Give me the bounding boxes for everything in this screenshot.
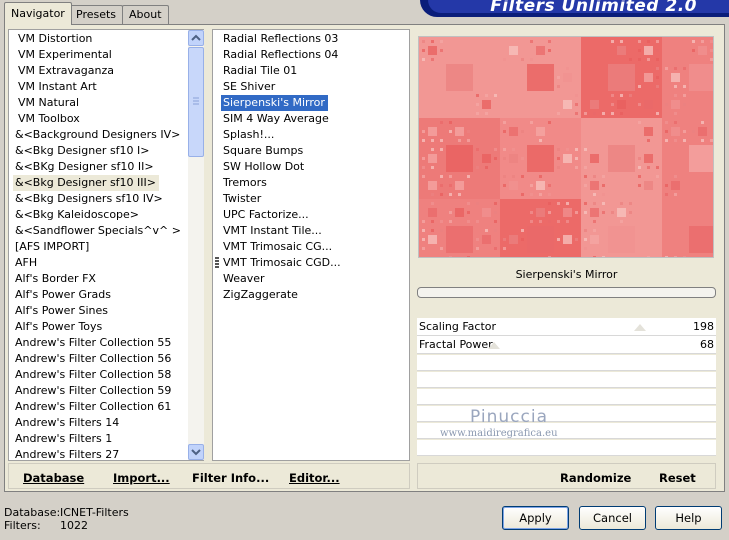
reset-button[interactable]: Reset bbox=[659, 471, 696, 485]
category-item[interactable]: [AFS IMPORT] bbox=[13, 239, 92, 255]
slider-thumb[interactable] bbox=[488, 342, 500, 349]
brand-title: Filters Unlimited 2.0 bbox=[490, 0, 697, 16]
drag-handle-icon bbox=[215, 257, 219, 269]
tab-presets[interactable]: Presets bbox=[69, 5, 124, 24]
category-item[interactable]: Andrew's Filters 27 bbox=[13, 447, 122, 463]
navigator-button-bar: Database Import... Filter Info... Editor… bbox=[8, 463, 410, 489]
filter-list[interactable]: Radial Reflections 03 Radial Reflections … bbox=[212, 29, 410, 461]
scroll-up-button[interactable] bbox=[188, 30, 204, 46]
category-item[interactable]: Andrew's Filter Collection 61 bbox=[13, 399, 174, 415]
apply-button[interactable]: Apply bbox=[502, 506, 569, 530]
filter-item[interactable]: SE Shiver bbox=[221, 79, 278, 95]
filter-item[interactable]: SIM 4 Way Average bbox=[221, 111, 332, 127]
category-item[interactable]: Alf's Power Sines bbox=[13, 303, 111, 319]
filter-item[interactable]: Weaver bbox=[221, 271, 268, 287]
category-item[interactable]: Andrew's Filter Collection 55 bbox=[13, 335, 174, 351]
category-item[interactable]: Andrew's Filter Collection 59 bbox=[13, 383, 174, 399]
filter-item[interactable]: Radial Reflections 03 bbox=[221, 31, 341, 47]
category-item[interactable]: &<Background Designers IV> bbox=[13, 127, 183, 143]
category-item[interactable]: Alf's Power Toys bbox=[13, 319, 105, 335]
filter-item[interactable]: Radial Reflections 04 bbox=[221, 47, 341, 63]
param-label: Scaling Factor bbox=[419, 320, 497, 333]
brand-banner: Filters Unlimited 2.0 bbox=[420, 0, 729, 17]
category-scrollbar[interactable] bbox=[188, 30, 204, 460]
filter-item[interactable]: Sierpenski's Mirror bbox=[221, 95, 328, 111]
param-row-empty bbox=[417, 355, 716, 371]
category-item[interactable]: &<Bkg Designer sf10 III> bbox=[13, 175, 160, 191]
category-item[interactable]: &<BKg Designer sf10 II> bbox=[13, 159, 157, 175]
param-label: Fractal Power bbox=[419, 338, 493, 351]
filter-item[interactable]: Twister bbox=[221, 191, 264, 207]
help-button[interactable]: Help bbox=[655, 506, 722, 530]
filter-preview-image bbox=[418, 36, 729, 280]
tab-about[interactable]: About bbox=[122, 5, 169, 24]
filter-item[interactable]: VMT Instant Tile... bbox=[221, 223, 325, 239]
filter-info-button[interactable]: Filter Info... bbox=[192, 471, 269, 485]
preview-caption: Sierpenski's Mirror bbox=[417, 265, 716, 285]
progress-bar bbox=[417, 287, 716, 298]
category-item[interactable]: AFH bbox=[13, 255, 40, 271]
filter-item[interactable]: Radial Tile 01 bbox=[221, 63, 300, 79]
watermark-name: Pinuccia bbox=[470, 407, 548, 427]
category-item[interactable]: &<Bkg Kaleidoscope> bbox=[13, 207, 142, 223]
filter-item[interactable]: SW Hollow Dot bbox=[221, 159, 307, 175]
filter-item[interactable]: Tremors bbox=[221, 175, 270, 191]
param-row-empty bbox=[417, 440, 716, 456]
slider-thumb[interactable] bbox=[634, 324, 646, 331]
category-item[interactable]: VM Experimental bbox=[16, 47, 115, 63]
category-item[interactable]: Alf's Power Grads bbox=[13, 287, 114, 303]
status-filters: Filters: 1022 bbox=[4, 519, 88, 532]
param-row-empty bbox=[417, 372, 716, 388]
database-button[interactable]: Database bbox=[23, 471, 84, 485]
scroll-down-button[interactable] bbox=[188, 444, 204, 460]
sierpinski-pattern bbox=[419, 37, 729, 280]
category-item[interactable]: Andrew's Filters 1 bbox=[13, 431, 115, 447]
filter-item[interactable]: ZigZaggerate bbox=[221, 287, 301, 303]
chevron-down-icon bbox=[191, 449, 201, 456]
cancel-button[interactable]: Cancel bbox=[579, 506, 646, 530]
category-item[interactable]: Andrew's Filter Collection 58 bbox=[13, 367, 174, 383]
param-scaling-factor[interactable]: Scaling Factor 198 bbox=[417, 318, 716, 336]
category-item[interactable]: &<Bkg Designer sf10 I> bbox=[13, 143, 153, 159]
chevron-up-icon bbox=[191, 34, 201, 41]
filter-item[interactable]: Splash!... bbox=[221, 127, 277, 143]
category-item[interactable]: Alf's Border FX bbox=[13, 271, 99, 287]
category-item[interactable]: Andrew's Filters 14 bbox=[13, 415, 122, 431]
param-value: 68 bbox=[700, 338, 714, 351]
filter-item[interactable]: UPC Factorize... bbox=[221, 207, 312, 223]
grip-icon bbox=[193, 97, 199, 105]
category-item[interactable]: VM Instant Art bbox=[16, 79, 100, 95]
tab-navigator[interactable]: Navigator bbox=[4, 2, 72, 25]
category-item[interactable]: VM Extravaganza bbox=[16, 63, 117, 79]
editor-button[interactable]: Editor... bbox=[289, 471, 340, 485]
param-fractal-power[interactable]: Fractal Power 68 bbox=[417, 336, 716, 354]
watermark-url: www.maidiregrafica.eu bbox=[440, 428, 558, 439]
randomize-button[interactable]: Randomize bbox=[560, 471, 631, 485]
filter-item[interactable]: Square Bumps bbox=[221, 143, 306, 159]
scroll-thumb[interactable] bbox=[188, 47, 204, 157]
category-item[interactable]: VM Natural bbox=[16, 95, 82, 111]
param-row-empty bbox=[417, 389, 716, 405]
category-item[interactable]: &<Bkg Designers sf10 IV> bbox=[13, 191, 166, 207]
category-item[interactable]: VM Toolbox bbox=[16, 111, 83, 127]
param-row-empty bbox=[417, 406, 716, 422]
filter-item[interactable]: VMT Trimosaic CG... bbox=[221, 239, 335, 255]
param-value: 198 bbox=[693, 320, 714, 333]
category-item[interactable]: VM Distortion bbox=[16, 31, 95, 47]
filter-item[interactable]: VMT Trimosaic CGD... bbox=[221, 255, 344, 271]
preset-button-bar: Randomize Reset bbox=[417, 463, 716, 489]
category-item[interactable]: &<Sandflower Specials^v^ > bbox=[13, 223, 184, 239]
category-item[interactable]: Andrew's Filter Collection 56 bbox=[13, 351, 174, 367]
category-list[interactable]: VM Distortion VM Experimental VM Extravaga… bbox=[8, 29, 204, 461]
import-button[interactable]: Import... bbox=[113, 471, 170, 485]
status-database: Database: ICNET-Filters bbox=[4, 506, 129, 519]
